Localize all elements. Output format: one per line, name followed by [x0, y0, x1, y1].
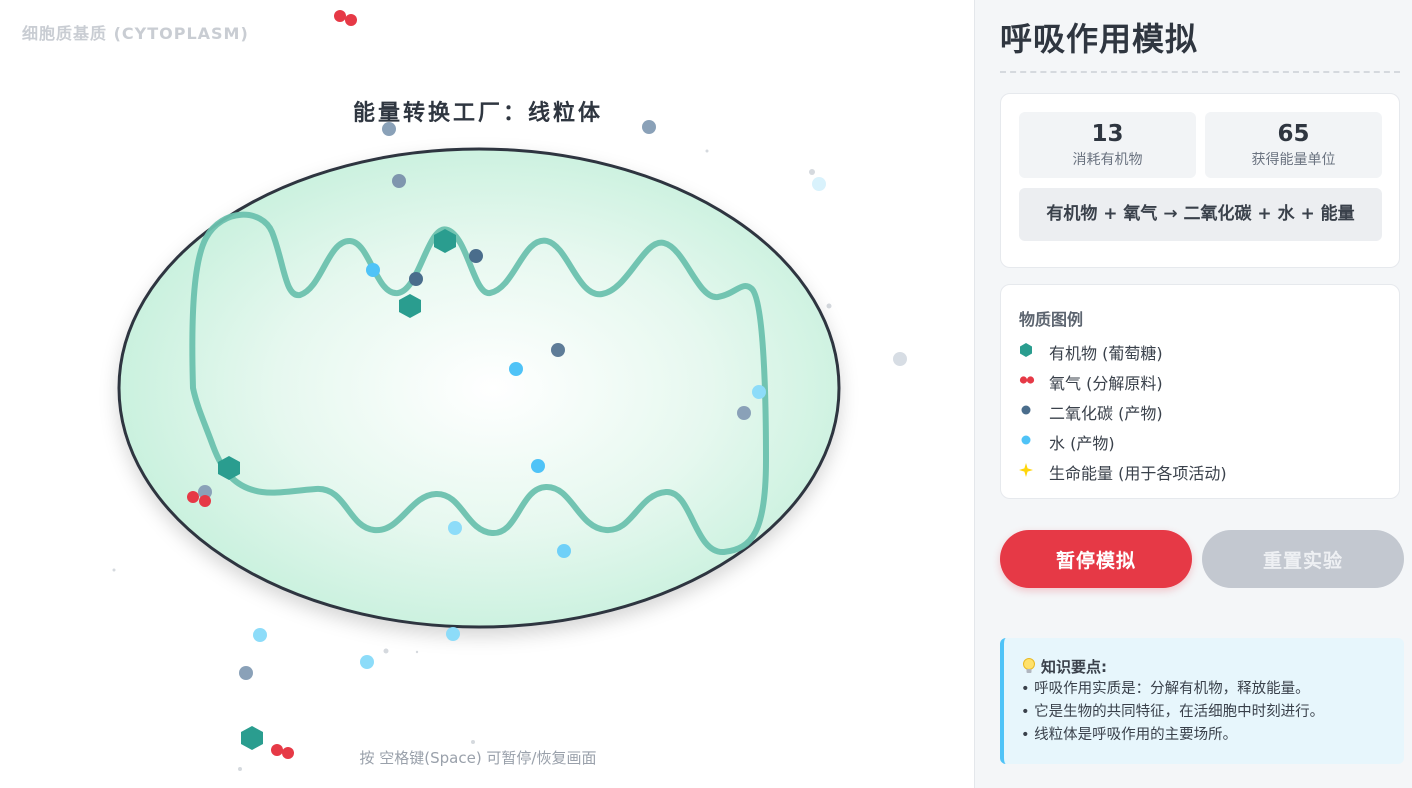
water-dot-icon: [253, 628, 267, 642]
water-dot-icon: [509, 362, 523, 376]
co2-dot-icon: [409, 272, 423, 286]
pause-simulation-button[interactable]: 暂停模拟: [1000, 530, 1192, 588]
legend-label: 有机物 (葡萄糖): [1049, 344, 1163, 363]
energy-label: 获得能量单位: [1251, 152, 1336, 168]
title-divider: [1000, 71, 1400, 73]
legend-card: 物质图例 有机物 (葡萄糖) 氧气 (分解原料) 二氧化碳 (产物) 水 (产物…: [1000, 284, 1400, 499]
co2-dot-icon: [1019, 399, 1035, 421]
legend-label: 生命能量 (用于各项活动): [1049, 464, 1227, 483]
co2-dot-icon: [469, 249, 483, 263]
energy-star-icon: [1019, 459, 1035, 481]
legend-label: 二氧化碳 (产物): [1049, 404, 1163, 423]
page-title: 呼吸作用模拟: [1000, 20, 1199, 58]
mitochondria-title: 能量转换工厂：线粒体: [352, 101, 603, 126]
oxygen-molecule-icon: [1019, 369, 1035, 391]
water-dot-icon: [531, 459, 545, 473]
oxygen-molecule-icon: [334, 10, 357, 26]
water-dot-icon: [812, 177, 826, 191]
hexagon-icon: [1019, 339, 1035, 361]
consumed-label: 消耗有机物: [1072, 152, 1143, 168]
water-dot-icon: [448, 521, 462, 535]
cytoplasm-label: 细胞质基质 (CYTOPLASM): [22, 24, 249, 43]
water-dot-icon: [752, 385, 766, 399]
reaction-equation: 有机物 + 氧气 → 二氧化碳 + 水 + 能量: [1019, 188, 1382, 241]
water-dot-icon: [360, 655, 374, 669]
energy-value: 65: [1277, 121, 1310, 147]
lightbulb-icon: [1021, 657, 1037, 675]
water-dot-icon: [557, 544, 571, 558]
co2-dot-icon: [737, 406, 751, 420]
co2-dot-icon: [392, 174, 406, 188]
knowledge-line: • 呼吸作用实质是：分解有机物，释放能量。: [1021, 681, 1310, 697]
knowledge-box: 知识要点: • 呼吸作用实质是：分解有机物，释放能量。 • 它是生物的共同特征，…: [1000, 638, 1404, 764]
control-panel: 呼吸作用模拟 13 消耗有机物 65 获得能量单位 有机物 + 氧气 → 二氧化…: [974, 0, 1412, 788]
consumed-stat: 13 消耗有机物: [1019, 112, 1196, 178]
energy-stat: 65 获得能量单位: [1205, 112, 1382, 178]
legend-label: 氧气 (分解原料): [1049, 374, 1163, 393]
knowledge-heading: 知识要点:: [1021, 656, 1404, 678]
consumed-value: 13: [1091, 121, 1124, 147]
water-dot-icon: [446, 627, 460, 641]
co2-dot-icon: [239, 666, 253, 680]
knowledge-line: • 它是生物的共同特征，在活细胞中时刻进行。: [1021, 704, 1325, 720]
simulation-canvas[interactable]: 细胞质基质 (CYTOPLASM) 能量转换工厂：线粒体 按 空格键(Space…: [0, 0, 974, 788]
co2-dot-icon: [893, 352, 907, 366]
knowledge-line: • 线粒体是呼吸作用的主要场所。: [1021, 727, 1238, 743]
legend-label: 水 (产物): [1049, 434, 1115, 453]
water-dot-icon: [366, 263, 380, 277]
co2-dot-icon: [551, 343, 565, 357]
legend-title: 物质图例: [1019, 310, 1084, 329]
water-dot-icon: [1019, 429, 1035, 451]
knowledge-title: 知识要点:: [1041, 658, 1107, 676]
stats-card: 13 消耗有机物 65 获得能量单位 有机物 + 氧气 → 二氧化碳 + 水 +…: [1000, 93, 1400, 268]
keyboard-hint: 按 空格键(Space) 可暂停/恢复画面: [359, 749, 597, 767]
reset-experiment-button[interactable]: 重置实验: [1202, 530, 1404, 588]
